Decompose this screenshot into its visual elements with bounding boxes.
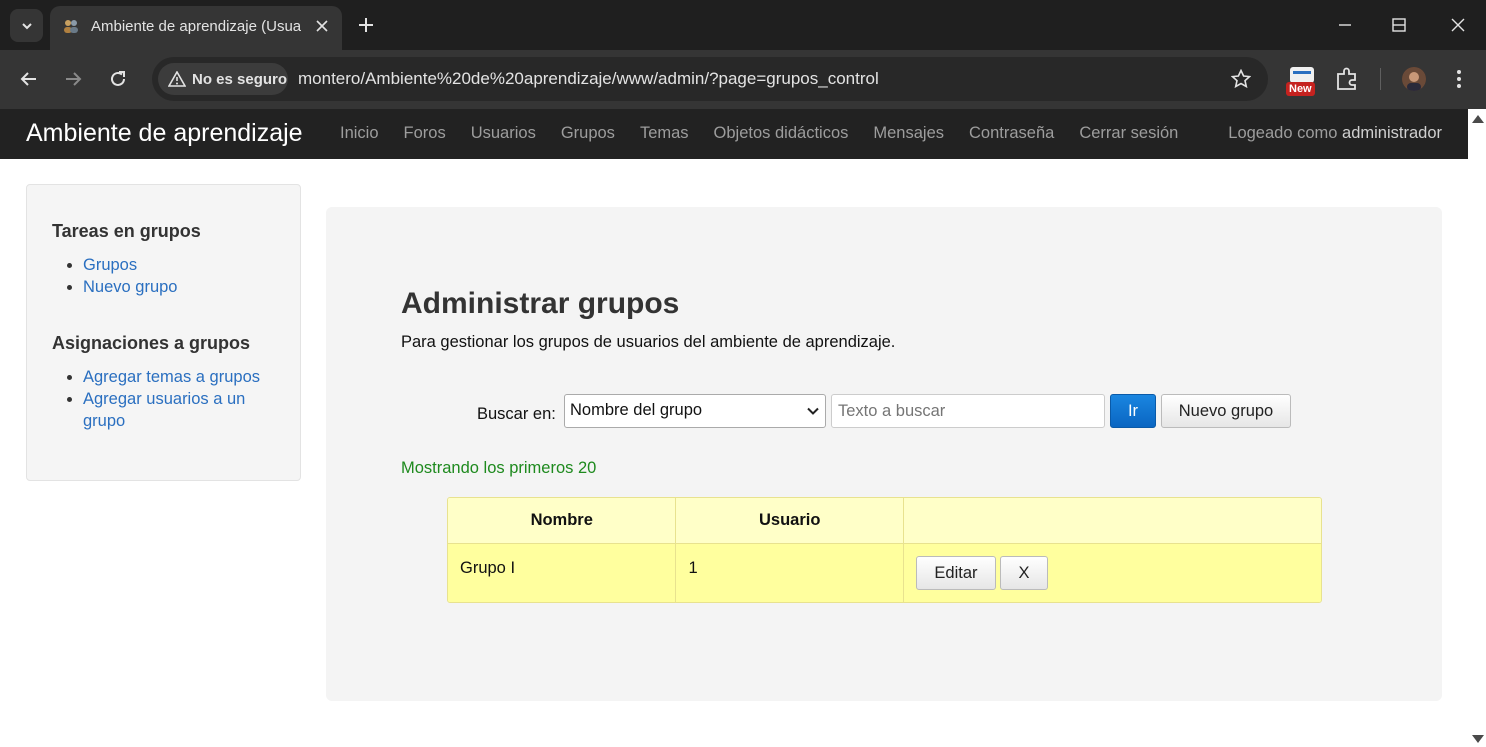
profile-avatar[interactable] bbox=[1402, 67, 1426, 91]
maximize-icon bbox=[1392, 18, 1406, 32]
window-maximize-button[interactable] bbox=[1387, 13, 1411, 37]
sidebar-link-nuevo-grupo[interactable]: Nuevo grupo bbox=[83, 278, 177, 296]
search-label: Buscar en: bbox=[477, 405, 556, 423]
sidebar-link-grupos[interactable]: Grupos bbox=[83, 256, 137, 274]
sidebar-list-tareas: Grupos Nuevo grupo bbox=[83, 254, 177, 298]
results-status: Mostrando los primeros 20 bbox=[401, 459, 597, 477]
nav-link-inicio[interactable]: Inicio bbox=[340, 124, 379, 143]
users-favicon-icon bbox=[64, 20, 78, 33]
delete-button[interactable]: X bbox=[999, 556, 1048, 590]
cell-group-user: 1 bbox=[676, 544, 904, 602]
star-icon bbox=[1231, 69, 1251, 89]
list-item: Agregar usuarios a un grupo bbox=[83, 388, 283, 432]
tab-title: Ambiente de aprendizaje (Usua bbox=[91, 18, 301, 35]
site-navbar: Ambiente de aprendizaje Inicio Foros Usu… bbox=[0, 109, 1468, 159]
reload-button[interactable] bbox=[105, 66, 131, 92]
list-item: Grupos bbox=[83, 254, 177, 276]
column-header-nombre: Nombre bbox=[448, 498, 677, 544]
cell-group-name: Grupo I bbox=[448, 544, 677, 602]
tab-close-button[interactable] bbox=[312, 16, 332, 36]
sidebar-list-asignaciones: Agregar temas a grupos Agregar usuarios … bbox=[83, 366, 283, 432]
nav-link-contrasena[interactable]: Contraseña bbox=[969, 124, 1054, 143]
table-row: Grupo I 1 Editar X bbox=[448, 544, 1321, 602]
scroll-up-arrow-icon[interactable] bbox=[1472, 115, 1484, 123]
cell-actions: Editar X bbox=[903, 544, 1321, 602]
sidebar: Tareas en grupos Grupos Nuevo grupo Asig… bbox=[26, 184, 301, 481]
close-icon bbox=[1451, 18, 1465, 32]
nav-link-temas[interactable]: Temas bbox=[640, 124, 689, 143]
site-brand[interactable]: Ambiente de aprendizaje bbox=[26, 119, 303, 148]
search-field-select[interactable]: Nombre del grupo bbox=[564, 394, 826, 428]
tab-strip: Ambiente de aprendizaje (Usua bbox=[0, 0, 1486, 50]
logged-prefix: Logeado como bbox=[1228, 124, 1338, 142]
sidebar-section-title-tareas: Tareas en grupos bbox=[52, 221, 201, 241]
logged-in-status: Logeado como administrador bbox=[1228, 124, 1442, 143]
window-close-button[interactable] bbox=[1446, 13, 1470, 37]
extension-new-button[interactable]: New bbox=[1286, 66, 1318, 98]
browser-menu-button[interactable] bbox=[1450, 66, 1468, 92]
sidebar-link-agregar-temas[interactable]: Agregar temas a grupos bbox=[83, 368, 260, 386]
puzzle-icon bbox=[1337, 67, 1356, 90]
warning-icon bbox=[168, 71, 186, 87]
go-button[interactable]: Ir bbox=[1110, 394, 1156, 428]
table-header-row: Nombre Usuario bbox=[448, 498, 1321, 544]
column-header-actions bbox=[903, 498, 1321, 544]
profile-avatar-icon bbox=[1402, 67, 1426, 91]
browser-toolbar: No es seguro montero/Ambiente%20de%20apr… bbox=[0, 50, 1486, 109]
tab-search-button[interactable] bbox=[10, 9, 43, 42]
column-header-usuario: Usuario bbox=[676, 498, 904, 544]
nav-link-foros[interactable]: Foros bbox=[404, 124, 446, 143]
list-item: Agregar temas a grupos bbox=[83, 366, 283, 388]
nav-link-objetos[interactable]: Objetos didácticos bbox=[714, 124, 849, 143]
main-panel: Administrar grupos Para gestionar los gr… bbox=[326, 207, 1442, 701]
arrow-left-icon bbox=[20, 72, 36, 86]
groups-table: Nombre Usuario Grupo I 1 Editar X bbox=[447, 497, 1322, 603]
nav-link-mensajes[interactable]: Mensajes bbox=[873, 124, 944, 143]
new-tab-button[interactable] bbox=[355, 14, 377, 36]
search-field-selected: Nombre del grupo bbox=[570, 401, 703, 419]
extensions-button[interactable] bbox=[1334, 66, 1360, 92]
edit-button[interactable]: Editar bbox=[915, 556, 996, 590]
security-label: No es seguro bbox=[192, 70, 288, 88]
page-scrollbar[interactable] bbox=[1468, 109, 1486, 747]
arrow-right-icon bbox=[66, 72, 82, 86]
minimize-icon bbox=[1339, 24, 1351, 26]
plus-icon bbox=[359, 18, 373, 32]
page-viewport: Ambiente de aprendizaje Inicio Foros Usu… bbox=[0, 109, 1468, 747]
scroll-down-arrow-icon[interactable] bbox=[1472, 735, 1484, 743]
logged-user: administrador bbox=[1342, 124, 1442, 142]
active-tab[interactable]: Ambiente de aprendizaje (Usua bbox=[50, 6, 342, 50]
reload-icon bbox=[111, 71, 125, 86]
back-button[interactable] bbox=[16, 66, 42, 92]
nav-link-usuarios[interactable]: Usuarios bbox=[471, 124, 536, 143]
list-item: Nuevo grupo bbox=[83, 276, 177, 298]
window-minimize-button[interactable] bbox=[1333, 13, 1357, 37]
new-badge: New bbox=[1286, 82, 1315, 96]
toolbar-divider bbox=[1380, 68, 1381, 90]
security-chip[interactable]: No es seguro bbox=[158, 63, 288, 95]
close-icon bbox=[316, 20, 328, 32]
url-text[interactable]: montero/Ambiente%20de%20aprendizaje/www/… bbox=[298, 69, 879, 89]
page-title: Administrar grupos bbox=[401, 287, 680, 320]
chevron-down-icon bbox=[807, 407, 819, 415]
nav-link-grupos[interactable]: Grupos bbox=[561, 124, 615, 143]
address-bar[interactable]: No es seguro montero/Ambiente%20de%20apr… bbox=[152, 57, 1268, 101]
search-input[interactable] bbox=[831, 394, 1105, 428]
nav-links: Inicio Foros Usuarios Grupos Temas Objet… bbox=[340, 124, 1203, 143]
forward-button[interactable] bbox=[60, 66, 86, 92]
bookmark-button[interactable] bbox=[1230, 68, 1252, 90]
sidebar-link-agregar-usuarios[interactable]: Agregar usuarios a un grupo bbox=[83, 390, 245, 430]
sidebar-section-title-asignaciones: Asignaciones a grupos bbox=[52, 333, 251, 353]
page-subtitle: Para gestionar los grupos de usuarios de… bbox=[401, 333, 896, 351]
nav-link-cerrar-sesion[interactable]: Cerrar sesión bbox=[1079, 124, 1178, 143]
new-group-button[interactable]: Nuevo grupo bbox=[1161, 394, 1291, 428]
chevron-down-icon bbox=[21, 22, 32, 29]
